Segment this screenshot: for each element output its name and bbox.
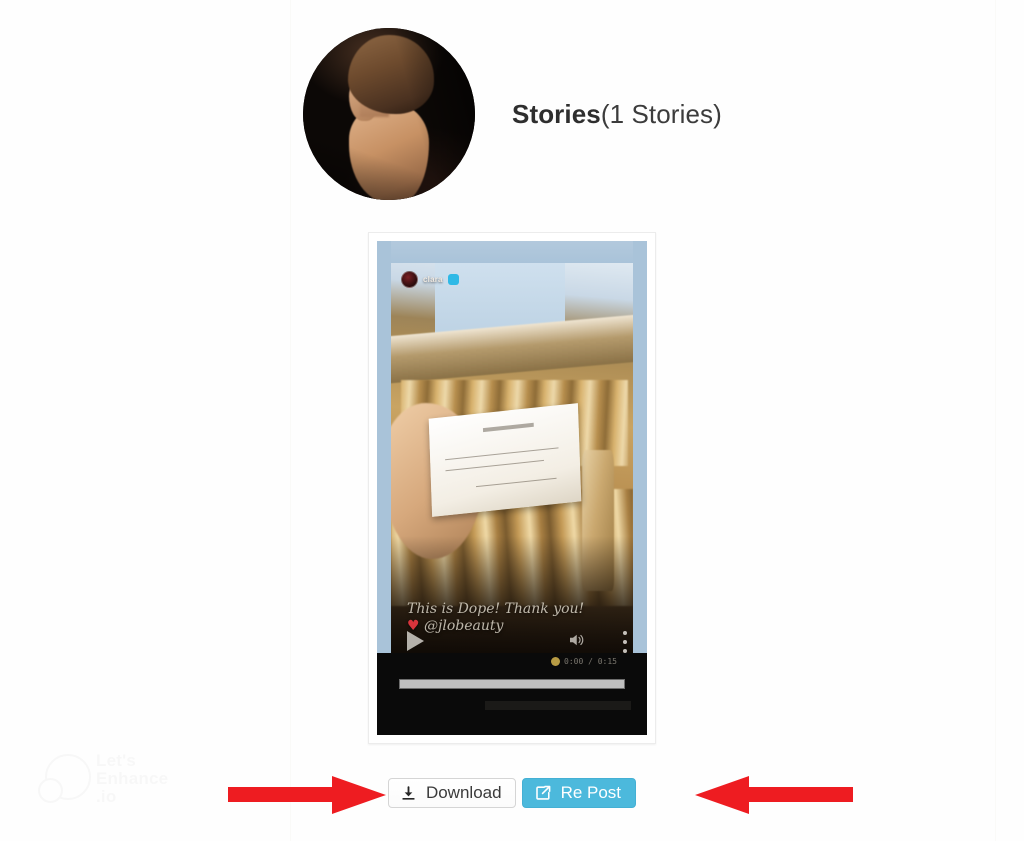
sound-icon[interactable] [567, 631, 585, 651]
repost-button[interactable]: Re Post [521, 778, 637, 808]
watermark-line-1: Let's [96, 751, 136, 770]
share-external-icon [534, 784, 552, 802]
story-badge-icon [447, 274, 459, 285]
content-column-right-edge [995, 0, 996, 841]
scene-letter-line [445, 459, 544, 472]
time-dot-icon [551, 657, 561, 666]
story-attribution: clara [401, 271, 459, 288]
video-time-indicator: 0:00 / 0:15 [551, 657, 617, 666]
story-author-username: clara [423, 275, 443, 284]
story-media-card[interactable]: clara This is Dope! Thank you! ♥ @jlobea… [368, 232, 656, 744]
download-icon [400, 785, 417, 802]
video-letterbox-top [377, 241, 647, 263]
annotation-arrow-left [228, 774, 386, 821]
video-player[interactable]: clara This is Dope! Thank you! ♥ @jlobea… [377, 241, 647, 735]
download-button-label: Download [425, 782, 502, 802]
play-button[interactable] [407, 631, 424, 651]
video-progress-bar[interactable] [399, 679, 625, 689]
scene-bottom-vignette [391, 536, 633, 653]
story-author-avatar [401, 271, 418, 288]
story-header: Stories(1 Stories) [303, 28, 722, 200]
kebab-dot [623, 640, 627, 644]
scene-letter-heading [482, 422, 534, 432]
profile-avatar[interactable] [303, 28, 475, 200]
controls-ghost-strip [485, 701, 631, 710]
video-controls-bar[interactable]: 0:00 / 0:15 [377, 653, 647, 735]
annotation-arrow-right [695, 774, 853, 821]
video-frame-image [391, 263, 633, 653]
page-title-label: Stories [512, 98, 601, 129]
kebab-dot [623, 631, 627, 635]
page-title-count: (1 Stories) [600, 98, 722, 129]
download-button[interactable]: Download [387, 778, 516, 808]
more-options-icon[interactable] [623, 631, 627, 653]
page-root: Stories(1 Stories) clara This is Dope! T… [0, 0, 1024, 841]
repost-button-label: Re Post [560, 782, 622, 802]
kebab-dot [623, 649, 627, 653]
scene-letter-line [475, 478, 557, 488]
video-time-label: 0:00 / 0:15 [564, 657, 617, 666]
scene-letter-card [428, 403, 582, 517]
scene-letter-line [444, 447, 559, 461]
avatar-shading [303, 28, 475, 200]
action-button-row: Download Re Post [0, 778, 1024, 808]
page-title: Stories(1 Stories) [512, 99, 722, 130]
content-column-left-edge [290, 0, 291, 841]
